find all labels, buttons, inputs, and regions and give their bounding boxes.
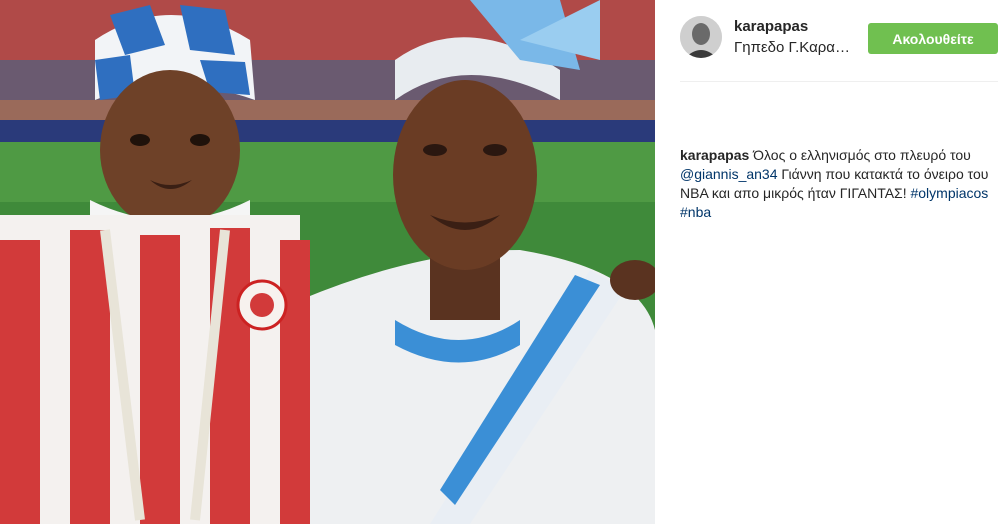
post-sidebar: karapapas Γηπεδο Γ.Καραϊσκάκης Ακολουθεί… [655,0,1004,524]
header-divider [680,81,998,82]
instagram-post: karapapas Γηπεδο Γ.Καραϊσκάκης Ακολουθεί… [0,0,1004,524]
caption-text-part-1: Όλος ο ελληνισμός στο πλευρό του [749,147,971,163]
photo-illustration [0,0,655,524]
post-photo[interactable] [0,0,655,524]
post-caption: karapapas Όλος ο ελληνισμός στο πλευρό τ… [680,146,995,222]
location-link[interactable]: Γηπεδο Γ.Καραϊσκάκης [734,39,852,56]
hashtag-nba-link[interactable]: #nba [680,204,711,220]
post-header: karapapas Γηπεδο Γ.Καραϊσκάκης Ακολουθεί… [680,12,998,68]
mention-link[interactable]: @giannis_an34 [680,166,778,182]
hashtag-olympiacos-link[interactable]: #olympiacos [910,185,988,201]
profile-photo-icon [680,16,722,58]
username-link[interactable]: karapapas [734,18,808,35]
following-button[interactable]: Ακολουθείτε [868,23,998,54]
avatar[interactable] [680,16,722,58]
caption-username-link[interactable]: karapapas [680,147,749,163]
